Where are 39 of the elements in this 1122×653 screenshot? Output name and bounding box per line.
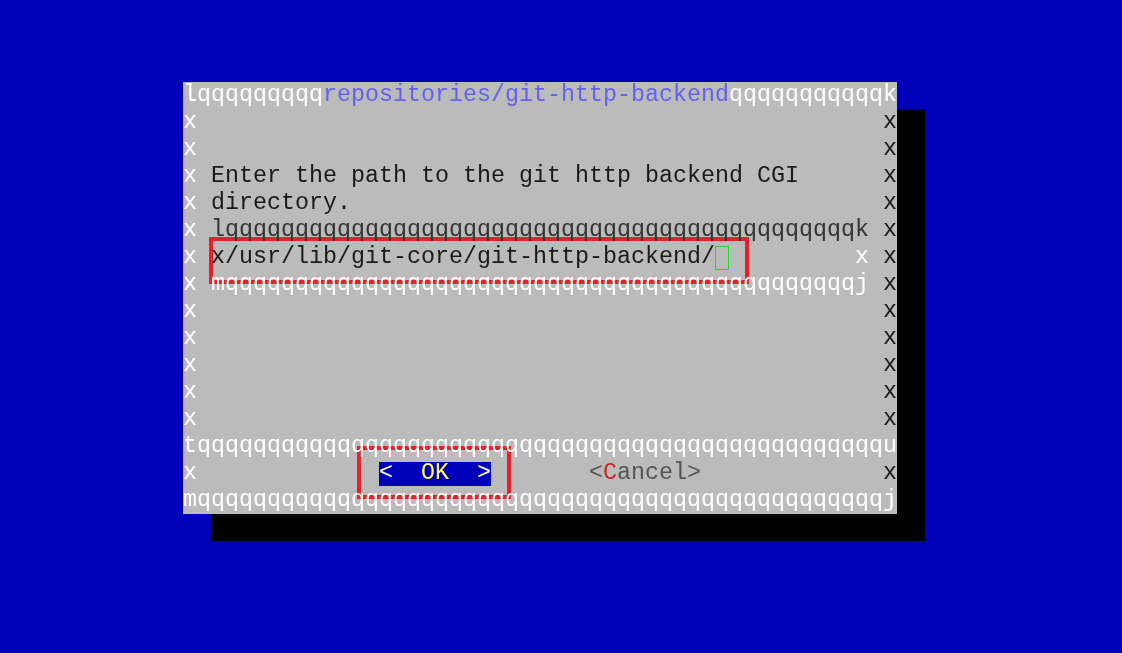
border-chars: x <box>183 325 197 352</box>
border-chars: x <box>883 217 897 243</box>
border-chars: x <box>183 136 197 163</box>
border-chars: x <box>183 271 197 298</box>
border-chars: x <box>183 379 197 406</box>
border-chars: mqqqqqqqqqqqqqqqqqqqqqqqqqqqqqqqqqqqqqqqqqqqqqqqqqj <box>183 487 897 514</box>
selected-dialog-button[interactable]: < OK > <box>379 461 491 486</box>
border-chars: x <box>183 217 197 244</box>
border-chars: x <box>883 325 897 351</box>
border-chars: x <box>883 163 897 189</box>
border-chars: x <box>183 352 197 379</box>
border-chars: qqqqqqqqqqqk <box>729 82 897 109</box>
border-chars: x <box>883 136 897 162</box>
border-chars: x <box>183 244 197 271</box>
border-chars: x <box>883 190 897 216</box>
border-chars: x <box>883 379 897 405</box>
border-chars: lqqqqqqqqqqqqqqqqqqqqqqqqqqqqqqqqqqqqqqqqqqqqqk <box>211 217 869 244</box>
path-input-field[interactable]: /usr/lib/git-core/git-http-backend/ <box>225 244 855 271</box>
border-chars: x <box>883 352 897 378</box>
border-chars: x <box>883 271 897 297</box>
border-chars: x <box>183 406 197 433</box>
prompt-text: directory. <box>211 190 351 217</box>
border-chars: x <box>183 298 197 325</box>
border-chars: x <box>183 109 197 136</box>
dialog-title: repositories/git-http-backend <box>323 82 729 109</box>
prompt-text: Enter the path to the git http backend CGI <box>211 163 799 190</box>
border-chars: x <box>883 460 897 486</box>
border-chars: x <box>883 244 897 270</box>
border-chars: x <box>883 406 897 432</box>
border-chars: x <box>183 190 197 217</box>
dialog-button[interactable]: <Cancel> <box>588 461 701 486</box>
border-chars: x <box>883 298 897 324</box>
border-chars: lqqqqqqqqq <box>183 82 323 109</box>
border-chars: x <box>183 460 197 487</box>
border-chars: x <box>854 244 869 271</box>
border-chars: tqqqqqqqqqqqqqqqqqqqqqqqqqqqqqqqqqqqqqqqqqqqqqqqqqu <box>183 433 897 460</box>
border-chars: x <box>883 109 897 135</box>
text-cursor <box>714 245 729 270</box>
border-chars: x <box>183 163 197 190</box>
